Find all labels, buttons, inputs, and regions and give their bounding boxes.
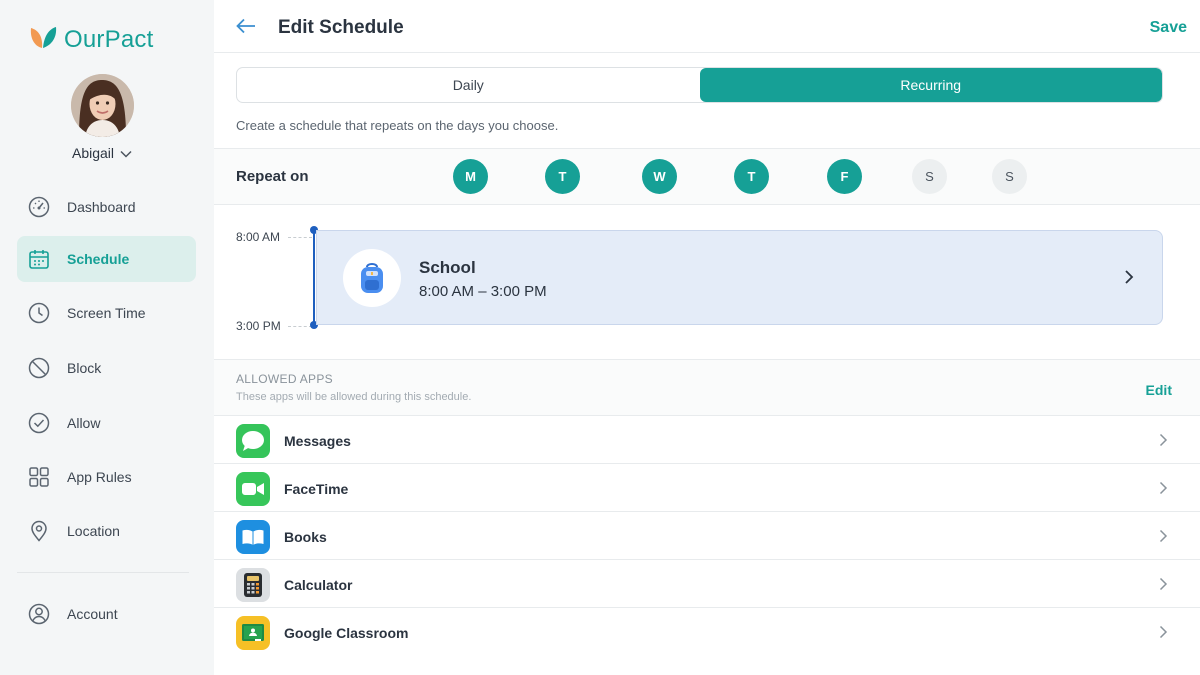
- allowed-apps-header: ALLOWED APPS These apps will be allowed …: [214, 360, 1200, 416]
- end-time-label: 3:00 PM: [236, 319, 281, 333]
- chevron-right-icon: [1124, 269, 1134, 290]
- edit-apps-button[interactable]: Edit: [1146, 382, 1172, 398]
- top-bar: Edit Schedule Save: [214, 0, 1200, 53]
- day-toggle-saturday[interactable]: S: [912, 159, 947, 194]
- books-icon: [236, 520, 270, 554]
- timeline-dash: [288, 326, 312, 327]
- event-time-range: 8:00 AM – 3:00 PM: [419, 283, 547, 300]
- backpack-icon: [343, 249, 401, 307]
- timeline-line: [313, 230, 315, 325]
- sidebar-item-location[interactable]: Location: [17, 508, 196, 554]
- calendar-icon: [27, 247, 51, 271]
- google-classroom-icon: [236, 616, 270, 650]
- chevron-right-icon: [1159, 433, 1168, 452]
- sidebar-item-label: Schedule: [67, 251, 130, 267]
- schedule-type-toggle: Daily Recurring: [236, 67, 1163, 103]
- page-title: Edit Schedule: [278, 17, 404, 38]
- app-row-books[interactable]: Books: [214, 512, 1200, 560]
- chevron-right-icon: [1159, 577, 1168, 596]
- repeat-on-row: Repeat on M T W T F S S: [214, 148, 1200, 205]
- sidebar-item-label: Screen Time: [67, 305, 146, 321]
- sidebar-item-app-rules[interactable]: App Rules: [17, 454, 196, 500]
- sidebar-item-label: Block: [67, 360, 102, 376]
- brand-logo[interactable]: OurPact: [28, 24, 153, 55]
- speedometer-icon: [27, 195, 51, 219]
- sidebar-item-screen-time[interactable]: Screen Time: [17, 290, 196, 336]
- sidebar-item-label: Dashboard: [67, 199, 136, 215]
- arrow-left-icon: [236, 18, 256, 39]
- chevron-right-icon: [1159, 529, 1168, 548]
- day-toggle-thursday[interactable]: T: [734, 159, 769, 194]
- calculator-icon: [236, 568, 270, 602]
- sidebar: OurPact Abigail Dashboard Schedule Scree…: [0, 0, 214, 675]
- sidebar-item-label: Location: [67, 523, 120, 539]
- chevron-down-icon: [120, 145, 132, 161]
- day-toggle-wednesday[interactable]: W: [642, 159, 677, 194]
- schedule-description: Create a schedule that repeats on the da…: [236, 118, 559, 133]
- app-row-google-classroom[interactable]: Google Classroom: [214, 608, 1200, 656]
- timeline-dash: [288, 237, 312, 238]
- app-name: Google Classroom: [284, 625, 409, 641]
- user-circle-icon: [27, 602, 51, 626]
- allowed-apps-title: ALLOWED APPS: [236, 372, 333, 386]
- brand-name: OurPact: [64, 25, 154, 53]
- sidebar-item-schedule[interactable]: Schedule: [17, 236, 196, 282]
- allowed-apps-subtitle: These apps will be allowed during this s…: [236, 391, 472, 403]
- sidebar-item-label: Account: [67, 606, 118, 622]
- day-toggle-friday[interactable]: F: [827, 159, 862, 194]
- facetime-icon: [236, 472, 270, 506]
- leaf-logo-icon: [28, 24, 58, 55]
- tab-recurring[interactable]: Recurring: [699, 68, 1162, 102]
- day-toggle-monday[interactable]: M: [453, 159, 488, 194]
- day-toggle-tuesday[interactable]: T: [545, 159, 580, 194]
- start-time-label: 8:00 AM: [236, 230, 281, 244]
- check-circle-icon: [27, 411, 51, 435]
- main-content: Edit Schedule Save Daily Recurring Creat…: [214, 0, 1200, 675]
- block-icon: [27, 356, 51, 380]
- app-name: Messages: [284, 433, 351, 449]
- chevron-right-icon: [1159, 625, 1168, 644]
- location-pin-icon: [27, 519, 51, 543]
- app-name: Books: [284, 529, 327, 545]
- chevron-right-icon: [1159, 481, 1168, 500]
- app-row-calculator[interactable]: Calculator: [214, 560, 1200, 608]
- tab-daily[interactable]: Daily: [237, 68, 700, 102]
- repeat-on-label: Repeat on: [236, 168, 309, 185]
- event-title: School: [419, 258, 476, 277]
- sidebar-item-label: Allow: [67, 415, 101, 431]
- profile-selector[interactable]: Abigail: [0, 145, 204, 161]
- day-toggle-sunday[interactable]: S: [992, 159, 1027, 194]
- clock-icon: [27, 301, 51, 325]
- sidebar-item-account[interactable]: Account: [17, 591, 196, 637]
- schedule-timeline: 8:00 AM 3:00 PM School 8:00 AM – 3:00 PM: [214, 205, 1200, 360]
- app-name: Calculator: [284, 577, 353, 593]
- schedule-event-card[interactable]: School 8:00 AM – 3:00 PM: [316, 230, 1163, 325]
- sidebar-item-block[interactable]: Block: [17, 345, 196, 391]
- back-button[interactable]: [234, 16, 258, 40]
- sidebar-item-allow[interactable]: Allow: [17, 400, 196, 446]
- save-button[interactable]: Save: [1150, 19, 1187, 37]
- avatar[interactable]: [71, 74, 134, 137]
- app-name: FaceTime: [284, 481, 349, 497]
- sidebar-item-label: App Rules: [67, 469, 132, 485]
- grid-icon: [27, 465, 51, 489]
- sidebar-item-dashboard[interactable]: Dashboard: [17, 184, 196, 230]
- profile-name: Abigail: [71, 145, 115, 161]
- app-row-messages[interactable]: Messages: [214, 416, 1200, 464]
- app-row-facetime[interactable]: FaceTime: [214, 464, 1200, 512]
- messages-icon: [236, 424, 270, 458]
- sidebar-divider: [17, 572, 189, 573]
